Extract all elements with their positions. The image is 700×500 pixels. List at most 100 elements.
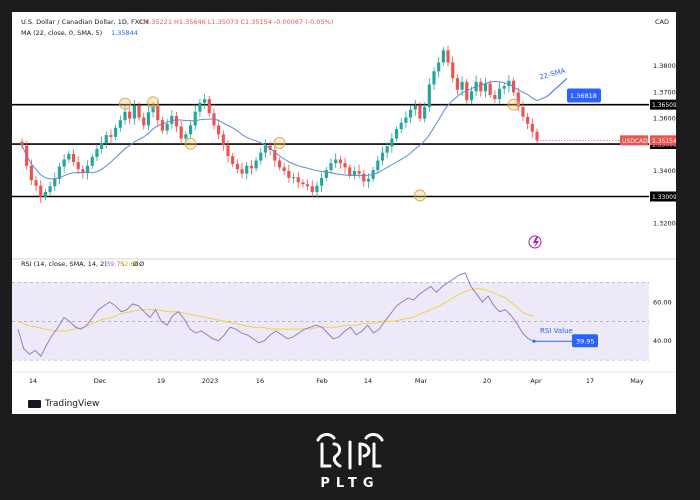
candle-body [142,117,146,126]
candle-body [530,123,534,132]
time-tick-label: Apr [530,377,542,385]
rsi-tick-label: 60.00 [653,298,672,306]
candle-body [202,99,207,103]
ma-info: MA (22, close, 0, SMA, 5) [21,29,102,37]
candle-body [404,117,408,123]
time-axis: 14 Dec 19 2023 16 Feb 14 Mar 20 Apr 17 May [29,377,644,385]
tradingview-label: TradingView [45,399,100,409]
candle-body [418,105,422,119]
candle-body [521,107,525,117]
candle-body [20,141,24,146]
candle-body [277,160,282,168]
bull-logo-icon [316,433,384,470]
candle-body [385,146,389,153]
candle-body [390,138,394,147]
candle-body [320,177,324,186]
candle-body [324,169,328,178]
chart-canvas: U.S. Dollar / Canadian Dollar, 1D, FXCM … [12,18,676,385]
candle-body [193,111,197,126]
candle-body [394,129,399,139]
time-tick-label: Mar [415,377,428,385]
candle-body [502,86,506,89]
candle-body [235,163,239,170]
candle-body [43,192,48,197]
candle-body [296,177,300,183]
rsi-header: RSI (14, close, SMA, 14, 2) 39.75 52.66 … [21,260,144,268]
candle-body [99,142,104,150]
candle-body [441,50,445,63]
candle-body [310,186,314,193]
candle-body [62,159,66,167]
candle-body [221,134,225,146]
time-tick-label: Dec [94,377,107,385]
time-tick-label: 14 [29,377,37,385]
level-label: 1.33009 [652,194,676,201]
candle-body [165,123,169,131]
candle-body [348,167,352,176]
rsi-value-label: 39.95 [576,338,595,346]
candle-body [352,171,357,176]
swing-marker [414,189,426,202]
candles [20,45,539,204]
candle-body [315,185,319,193]
price-tick-label: 1.38000 [653,62,676,70]
candle-body [188,125,193,135]
candle-body [423,107,427,119]
candle-body [198,102,202,112]
candle-body [231,156,235,164]
rsi-lower-value: Ø [139,260,144,268]
ohlc-readout: O1.35221 H1.35646 L1.35073 C1.35154 -0.0… [140,18,333,26]
time-tick-label: 20 [483,377,491,385]
candle-body [123,111,127,121]
candle-body [53,178,57,187]
candle-body [338,159,342,164]
candle-body [376,160,380,170]
candle-body [254,160,258,169]
candle-body [174,115,179,127]
candle-body [240,169,244,174]
rsi-pane: 60.00 40.00 RSI Value39.95 [12,272,672,361]
candle-body [146,112,151,126]
price-tick-label: 1.36000 [653,115,676,123]
brand-label: PLTG [320,476,380,491]
candle-body [343,163,347,168]
candle-body [76,162,80,170]
rsi-upper-value: Ø [133,260,138,268]
support-resistance-levels: 1.365091.350061.33009 [12,99,676,202]
candle-body [357,171,361,174]
candle-body [380,152,385,161]
rsi-title: RSI (14, close, SMA, 14, 2) [21,260,107,268]
swing-marker [147,96,159,109]
candle-body [48,186,52,193]
candle-body [128,111,132,119]
candle-body [137,105,141,118]
candle-body [184,134,188,139]
candle-body [207,99,211,114]
candle-body [287,171,291,178]
time-tick-label: 19 [157,377,165,385]
candle-body [427,84,431,108]
brand-logo: PLTG [300,430,400,491]
sma-value-label: 1.36818 [570,92,597,100]
candle-body [451,62,455,79]
candle-body [39,185,43,197]
candle-body [366,178,371,182]
candle-body [460,81,464,90]
level-label: 1.36509 [652,102,676,109]
candle-body [362,173,366,182]
candle-body [114,127,118,137]
candle-body [535,131,539,141]
currency-label: CAD [655,18,669,26]
rsi-callout-dot [532,339,536,343]
candle-body [226,145,230,157]
time-tick-label: 2023 [202,377,219,385]
candle-body [109,135,113,137]
candle-body [334,159,338,164]
tradingview-logo: TradingView [28,399,99,409]
candle-body [432,71,436,85]
rsi-tick-label: 40.00 [653,337,672,345]
lightning-icon[interactable] [528,235,542,249]
candle-body [469,91,474,101]
candle-body [446,50,450,63]
swing-markers [119,96,520,202]
